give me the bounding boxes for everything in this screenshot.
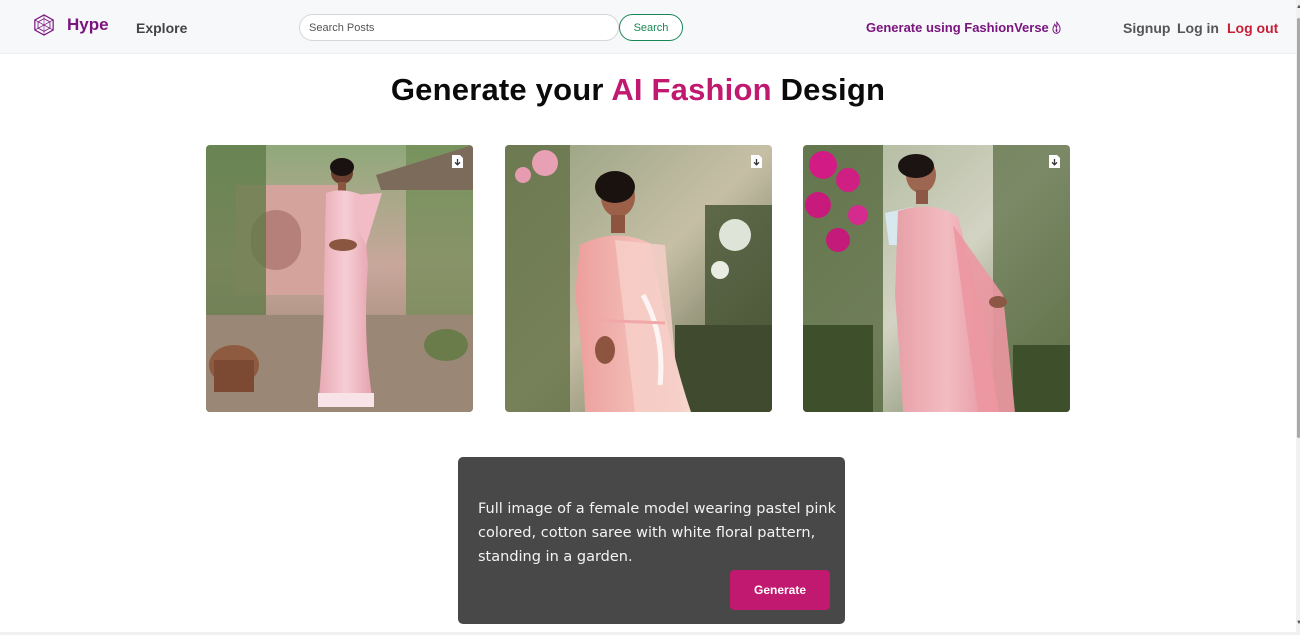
prompt-panel: Full image of a female model wearing pas… xyxy=(458,457,845,624)
generate-fashionverse-link[interactable]: Generate using FashionVerse xyxy=(866,20,1061,35)
download-icon[interactable] xyxy=(1048,154,1061,169)
title-suffix: Design xyxy=(771,72,886,107)
generated-image xyxy=(505,145,772,412)
search-input[interactable] xyxy=(299,14,619,41)
prompt-textarea[interactable]: Full image of a female model wearing pas… xyxy=(478,497,838,569)
generated-image-card[interactable] xyxy=(206,145,473,412)
hexagon-logo-icon xyxy=(34,14,54,36)
generated-image xyxy=(803,145,1070,412)
generated-image xyxy=(206,145,473,412)
download-icon[interactable] xyxy=(451,154,464,169)
nav-login[interactable]: Log in xyxy=(1177,20,1219,36)
generated-image-card[interactable] xyxy=(505,145,772,412)
title-prefix: Generate your xyxy=(390,72,612,107)
title-accent: AI Fashion xyxy=(611,72,772,107)
page-title: Generate your AI Fashion Design xyxy=(0,72,1276,108)
download-icon[interactable] xyxy=(750,154,763,169)
generate-link-label: Generate using FashionVerse xyxy=(866,20,1049,35)
generated-image-card[interactable] xyxy=(803,145,1070,412)
nav-logout[interactable]: Log out xyxy=(1227,20,1278,36)
brand-name: Hype xyxy=(67,15,109,34)
generate-button[interactable]: Generate xyxy=(730,570,830,610)
nav-signup[interactable]: Signup xyxy=(1123,20,1170,36)
search-button[interactable]: Search xyxy=(619,14,683,41)
nav-explore[interactable]: Explore xyxy=(136,20,187,36)
flame-icon xyxy=(1052,21,1061,34)
brand-link[interactable]: Hype xyxy=(33,14,109,36)
scroll-up-arrow-icon[interactable]: ▲ xyxy=(1296,4,1300,10)
navbar: Hype Explore Search Generate using Fashi… xyxy=(0,0,1296,54)
scroll-down-arrow-icon[interactable]: ▼ xyxy=(1296,620,1300,626)
